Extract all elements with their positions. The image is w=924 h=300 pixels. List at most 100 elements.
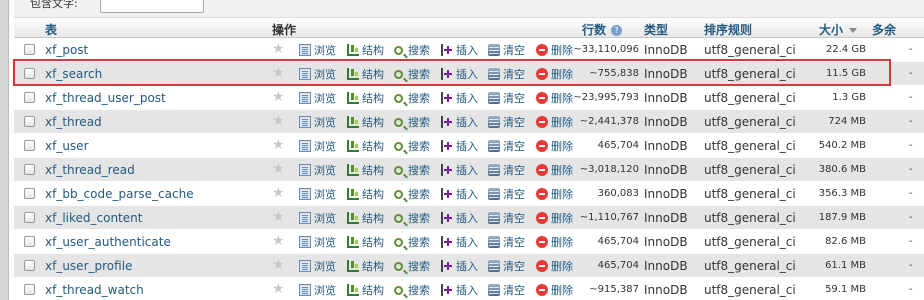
action-browse-link[interactable]: 浏览 xyxy=(299,283,336,297)
sort-desc-icon[interactable] xyxy=(849,28,858,33)
table-name-link[interactable]: xf_bb_code_parse_cache xyxy=(45,187,194,201)
action-search-link[interactable]: 搜索 xyxy=(394,235,430,249)
action-empty-link[interactable]: 清空 xyxy=(488,139,525,153)
action-search-link[interactable]: 搜索 xyxy=(394,163,430,177)
action-browse-link[interactable]: 浏览 xyxy=(299,115,336,129)
size-link[interactable]: 82.6 MB xyxy=(792,236,866,247)
action-search-link[interactable]: 搜索 xyxy=(394,139,430,153)
favorite-star-icon[interactable]: ★ xyxy=(272,233,285,249)
size-link[interactable]: 11.5 GB xyxy=(792,68,866,79)
action-browse-link[interactable]: 浏览 xyxy=(299,163,336,177)
action-insert-link[interactable]: 插入 xyxy=(441,139,478,153)
action-browse-link[interactable]: 浏览 xyxy=(299,259,336,273)
favorite-star-icon[interactable]: ★ xyxy=(272,89,285,105)
favorite-star-icon[interactable]: ★ xyxy=(272,257,285,273)
action-structure-link[interactable]: 结构 xyxy=(347,235,384,249)
action-search-link[interactable]: 搜索 xyxy=(394,283,430,297)
table-name-link[interactable]: xf_user_authenticate xyxy=(45,235,171,249)
action-search-link[interactable]: 搜索 xyxy=(394,259,430,273)
row-checkbox[interactable] xyxy=(24,44,35,55)
favorite-star-icon[interactable]: ★ xyxy=(272,113,285,129)
action-browse-link[interactable]: 浏览 xyxy=(299,139,336,153)
size-link[interactable]: 356.3 MB xyxy=(792,188,866,199)
size-link[interactable]: 22.4 GB xyxy=(792,44,866,55)
action-browse-link[interactable]: 浏览 xyxy=(299,211,336,225)
action-browse-link[interactable]: 浏览 xyxy=(299,43,336,57)
row-checkbox[interactable] xyxy=(24,212,35,223)
table-name-link[interactable]: xf_search xyxy=(45,67,102,81)
favorite-star-icon[interactable]: ★ xyxy=(272,209,285,225)
table-name-link[interactable]: xf_liked_content xyxy=(45,211,142,225)
action-insert-link[interactable]: 插入 xyxy=(441,91,478,105)
action-search-link[interactable]: 搜索 xyxy=(394,211,430,225)
help-icon[interactable]: ? xyxy=(611,25,623,36)
column-header-overhead[interactable]: 多余 xyxy=(872,21,896,38)
column-header-table[interactable]: 表 xyxy=(45,21,57,38)
column-header-rows[interactable]: 行数 xyxy=(582,23,606,37)
action-structure-link[interactable]: 结构 xyxy=(347,67,384,81)
row-checkbox[interactable] xyxy=(24,116,35,127)
action-structure-link[interactable]: 结构 xyxy=(347,163,384,177)
action-empty-link[interactable]: 清空 xyxy=(488,259,525,273)
action-search-link[interactable]: 搜索 xyxy=(394,115,430,129)
table-name-link[interactable]: xf_thread xyxy=(45,115,102,129)
table-name-link[interactable]: xf_thread_read xyxy=(45,163,135,177)
action-empty-link[interactable]: 清空 xyxy=(488,211,525,225)
row-checkbox[interactable] xyxy=(24,92,35,103)
table-name-link[interactable]: xf_user xyxy=(45,139,89,153)
size-link[interactable]: 1.3 GB xyxy=(792,92,866,103)
size-link[interactable]: 61.1 MB xyxy=(792,260,866,271)
size-link[interactable]: 187.9 MB xyxy=(792,212,866,223)
action-empty-link[interactable]: 清空 xyxy=(488,67,525,81)
table-name-link[interactable]: xf_post xyxy=(45,43,88,57)
action-structure-link[interactable]: 结构 xyxy=(347,43,384,57)
size-link[interactable]: 540.2 MB xyxy=(792,140,866,151)
favorite-star-icon[interactable]: ★ xyxy=(272,281,285,297)
table-name-link[interactable]: xf_user_profile xyxy=(45,259,132,273)
action-structure-link[interactable]: 结构 xyxy=(347,211,384,225)
action-insert-link[interactable]: 插入 xyxy=(441,67,478,81)
action-empty-link[interactable]: 清空 xyxy=(488,115,525,129)
action-empty-link[interactable]: 清空 xyxy=(488,43,525,57)
action-structure-link[interactable]: 结构 xyxy=(347,115,384,129)
favorite-star-icon[interactable]: ★ xyxy=(272,65,285,81)
action-empty-link[interactable]: 清空 xyxy=(488,91,525,105)
size-link[interactable]: 59.1 MB xyxy=(792,284,866,295)
column-header-collation[interactable]: 排序规则 xyxy=(704,21,752,38)
action-structure-link[interactable]: 结构 xyxy=(347,91,384,105)
action-insert-link[interactable]: 插入 xyxy=(441,187,478,201)
action-browse-link[interactable]: 浏览 xyxy=(299,67,336,81)
action-structure-link[interactable]: 结构 xyxy=(347,259,384,273)
row-checkbox[interactable] xyxy=(24,284,35,295)
size-link[interactable]: 724 MB xyxy=(792,116,866,127)
action-browse-link[interactable]: 浏览 xyxy=(299,235,336,249)
action-browse-link[interactable]: 浏览 xyxy=(299,91,336,105)
action-structure-link[interactable]: 结构 xyxy=(347,139,384,153)
action-search-link[interactable]: 搜索 xyxy=(394,67,430,81)
action-search-link[interactable]: 搜索 xyxy=(394,91,430,105)
action-insert-link[interactable]: 插入 xyxy=(441,235,478,249)
action-insert-link[interactable]: 插入 xyxy=(441,115,478,129)
action-insert-link[interactable]: 插入 xyxy=(441,211,478,225)
row-checkbox[interactable] xyxy=(24,68,35,79)
favorite-star-icon[interactable]: ★ xyxy=(272,185,285,201)
row-checkbox[interactable] xyxy=(24,188,35,199)
action-insert-link[interactable]: 插入 xyxy=(441,163,478,177)
action-search-link[interactable]: 搜索 xyxy=(394,43,430,57)
favorite-star-icon[interactable]: ★ xyxy=(272,41,285,57)
favorite-star-icon[interactable]: ★ xyxy=(272,137,285,153)
action-empty-link[interactable]: 清空 xyxy=(488,187,525,201)
action-insert-link[interactable]: 插入 xyxy=(441,283,478,297)
row-checkbox[interactable] xyxy=(24,260,35,271)
action-structure-link[interactable]: 结构 xyxy=(347,283,384,297)
filter-input[interactable] xyxy=(100,0,204,13)
action-empty-link[interactable]: 清空 xyxy=(488,283,525,297)
action-empty-link[interactable]: 清空 xyxy=(488,163,525,177)
action-structure-link[interactable]: 结构 xyxy=(347,187,384,201)
row-checkbox[interactable] xyxy=(24,164,35,175)
favorite-star-icon[interactable]: ★ xyxy=(272,161,285,177)
size-link[interactable]: 380.6 MB xyxy=(792,164,866,175)
action-search-link[interactable]: 搜索 xyxy=(394,187,430,201)
table-name-link[interactable]: xf_thread_user_post xyxy=(45,91,166,105)
column-header-size[interactable]: 大小 xyxy=(819,23,843,37)
